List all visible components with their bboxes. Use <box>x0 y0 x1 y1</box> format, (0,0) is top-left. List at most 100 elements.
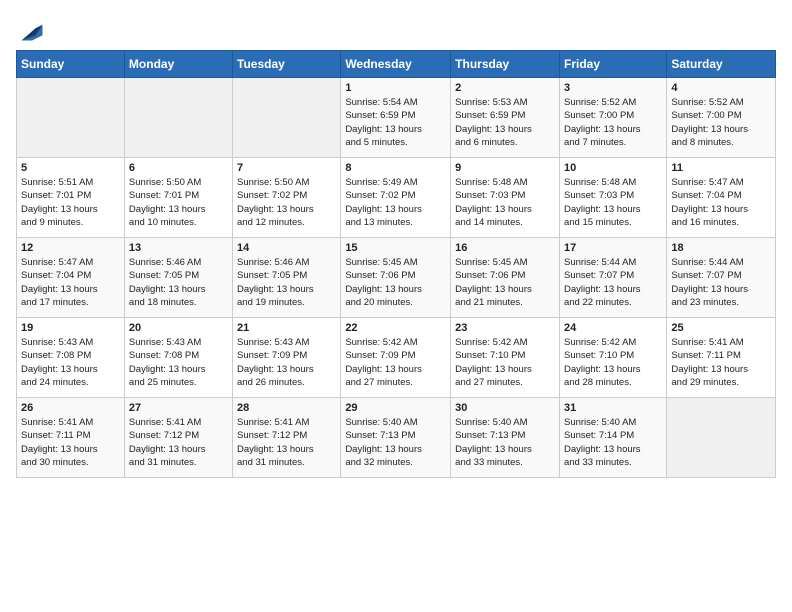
day-info: Sunrise: 5:51 AM Sunset: 7:01 PM Dayligh… <box>21 176 120 229</box>
day-number: 9 <box>455 162 555 174</box>
calendar-cell: 11 Sunrise: 5:47 AM Sunset: 7:04 PM Dayli… <box>667 158 776 238</box>
day-number: 11 <box>671 162 771 174</box>
weekday-friday: Friday <box>559 51 666 78</box>
day-number: 13 <box>129 242 228 254</box>
calendar-cell: 22 Sunrise: 5:42 AM Sunset: 7:09 PM Dayli… <box>341 318 451 398</box>
calendar-cell <box>233 78 341 158</box>
calendar-cell: 23Sunrise: 5:42 AM Sunset: 7:10 PM Dayli… <box>451 318 560 398</box>
day-number: 4 <box>671 82 771 94</box>
day-number: 27 <box>129 402 228 414</box>
day-number: 14 <box>237 242 336 254</box>
day-number: 25 <box>671 322 771 334</box>
calendar-cell: 1 Sunrise: 5:54 AM Sunset: 6:59 PM Daylig… <box>341 78 451 158</box>
day-info: Sunrise: 5:48 AM Sunset: 7:03 PM Dayligh… <box>455 176 555 229</box>
calendar-cell: 21 Sunrise: 5:43 AM Sunset: 7:09 PM Dayli… <box>233 318 341 398</box>
weekday-saturday: Saturday <box>667 51 776 78</box>
day-info: Sunrise: 5:46 AM Sunset: 7:05 PM Dayligh… <box>237 256 336 309</box>
day-info: Sunrise: 5:46 AM Sunset: 7:05 PM Dayligh… <box>129 256 228 309</box>
day-info: Sunrise: 5:47 AM Sunset: 7:04 PM Dayligh… <box>671 176 771 229</box>
calendar-table: SundayMondayTuesdayWednesdayThursdayFrid… <box>16 50 776 478</box>
day-info: Sunrise: 5:42 AM Sunset: 7:10 PM Dayligh… <box>564 336 662 389</box>
calendar-cell: 27Sunrise: 5:41 AM Sunset: 7:12 PM Dayli… <box>124 398 232 478</box>
day-info: Sunrise: 5:40 AM Sunset: 7:13 PM Dayligh… <box>345 416 446 469</box>
calendar-cell: 13 Sunrise: 5:46 AM Sunset: 7:05 PM Dayli… <box>124 238 232 318</box>
day-info: Sunrise: 5:40 AM Sunset: 7:13 PM Dayligh… <box>455 416 555 469</box>
day-number: 5 <box>21 162 120 174</box>
calendar-cell: 25 Sunrise: 5:41 AM Sunset: 7:11 PM Dayli… <box>667 318 776 398</box>
day-number: 24 <box>564 322 662 334</box>
day-number: 22 <box>345 322 446 334</box>
day-number: 7 <box>237 162 336 174</box>
week-row-3: 12 Sunrise: 5:47 AM Sunset: 7:04 PM Dayli… <box>17 238 776 318</box>
day-info: Sunrise: 5:42 AM Sunset: 7:09 PM Dayligh… <box>345 336 446 389</box>
day-number: 15 <box>345 242 446 254</box>
day-info: Sunrise: 5:49 AM Sunset: 7:02 PM Dayligh… <box>345 176 446 229</box>
calendar-cell: 17Sunrise: 5:44 AM Sunset: 7:07 PM Dayli… <box>559 238 666 318</box>
day-number: 16 <box>455 242 555 254</box>
week-row-4: 19 Sunrise: 5:43 AM Sunset: 7:08 PM Dayli… <box>17 318 776 398</box>
day-info: Sunrise: 5:41 AM Sunset: 7:11 PM Dayligh… <box>21 416 120 469</box>
calendar-cell: 4 Sunrise: 5:52 AM Sunset: 7:00 PM Daylig… <box>667 78 776 158</box>
calendar-cell: 7Sunrise: 5:50 AM Sunset: 7:02 PM Daylig… <box>233 158 341 238</box>
day-number: 30 <box>455 402 555 414</box>
calendar-cell: 6 Sunrise: 5:50 AM Sunset: 7:01 PM Daylig… <box>124 158 232 238</box>
day-info: Sunrise: 5:52 AM Sunset: 7:00 PM Dayligh… <box>564 96 662 149</box>
day-info: Sunrise: 5:45 AM Sunset: 7:06 PM Dayligh… <box>455 256 555 309</box>
day-info: Sunrise: 5:41 AM Sunset: 7:12 PM Dayligh… <box>237 416 336 469</box>
day-info: Sunrise: 5:41 AM Sunset: 7:11 PM Dayligh… <box>671 336 771 389</box>
weekday-tuesday: Tuesday <box>233 51 341 78</box>
week-row-1: 1 Sunrise: 5:54 AM Sunset: 6:59 PM Daylig… <box>17 78 776 158</box>
calendar-cell: 20Sunrise: 5:43 AM Sunset: 7:08 PM Dayli… <box>124 318 232 398</box>
day-info: Sunrise: 5:52 AM Sunset: 7:00 PM Dayligh… <box>671 96 771 149</box>
day-info: Sunrise: 5:40 AM Sunset: 7:14 PM Dayligh… <box>564 416 662 469</box>
day-info: Sunrise: 5:43 AM Sunset: 7:08 PM Dayligh… <box>129 336 228 389</box>
calendar-cell: 24 Sunrise: 5:42 AM Sunset: 7:10 PM Dayli… <box>559 318 666 398</box>
calendar-cell: 28 Sunrise: 5:41 AM Sunset: 7:12 PM Dayli… <box>233 398 341 478</box>
calendar-cell: 26Sunrise: 5:41 AM Sunset: 7:11 PM Dayli… <box>17 398 125 478</box>
calendar-cell: 10Sunrise: 5:48 AM Sunset: 7:03 PM Dayli… <box>559 158 666 238</box>
day-number: 23 <box>455 322 555 334</box>
calendar-cell: 2 Sunrise: 5:53 AM Sunset: 6:59 PM Daylig… <box>451 78 560 158</box>
weekday-wednesday: Wednesday <box>341 51 451 78</box>
weekday-sunday: Sunday <box>17 51 125 78</box>
calendar-cell: 31 Sunrise: 5:40 AM Sunset: 7:14 PM Dayli… <box>559 398 666 478</box>
calendar-cell: 14 Sunrise: 5:46 AM Sunset: 7:05 PM Dayli… <box>233 238 341 318</box>
logo <box>16 16 46 40</box>
day-info: Sunrise: 5:47 AM Sunset: 7:04 PM Dayligh… <box>21 256 120 309</box>
day-number: 1 <box>345 82 446 94</box>
day-info: Sunrise: 5:53 AM Sunset: 6:59 PM Dayligh… <box>455 96 555 149</box>
calendar-cell: 29 Sunrise: 5:40 AM Sunset: 7:13 PM Dayli… <box>341 398 451 478</box>
calendar-cell: 9 Sunrise: 5:48 AM Sunset: 7:03 PM Daylig… <box>451 158 560 238</box>
day-number: 28 <box>237 402 336 414</box>
calendar-cell: 18 Sunrise: 5:44 AM Sunset: 7:07 PM Dayli… <box>667 238 776 318</box>
page: SundayMondayTuesdayWednesdayThursdayFrid… <box>0 0 792 494</box>
day-info: Sunrise: 5:43 AM Sunset: 7:09 PM Dayligh… <box>237 336 336 389</box>
day-number: 19 <box>21 322 120 334</box>
day-number: 12 <box>21 242 120 254</box>
day-number: 6 <box>129 162 228 174</box>
day-info: Sunrise: 5:48 AM Sunset: 7:03 PM Dayligh… <box>564 176 662 229</box>
logo-icon <box>18 16 46 44</box>
day-number: 29 <box>345 402 446 414</box>
day-number: 2 <box>455 82 555 94</box>
weekday-header-row: SundayMondayTuesdayWednesdayThursdayFrid… <box>17 51 776 78</box>
calendar-cell: 3 Sunrise: 5:52 AM Sunset: 7:00 PM Daylig… <box>559 78 666 158</box>
day-number: 31 <box>564 402 662 414</box>
header <box>16 16 776 40</box>
day-info: Sunrise: 5:54 AM Sunset: 6:59 PM Dayligh… <box>345 96 446 149</box>
day-number: 18 <box>671 242 771 254</box>
day-info: Sunrise: 5:44 AM Sunset: 7:07 PM Dayligh… <box>564 256 662 309</box>
day-info: Sunrise: 5:45 AM Sunset: 7:06 PM Dayligh… <box>345 256 446 309</box>
calendar-cell <box>124 78 232 158</box>
calendar-cell: 12 Sunrise: 5:47 AM Sunset: 7:04 PM Dayli… <box>17 238 125 318</box>
calendar-cell: 8 Sunrise: 5:49 AM Sunset: 7:02 PM Daylig… <box>341 158 451 238</box>
day-info: Sunrise: 5:50 AM Sunset: 7:01 PM Dayligh… <box>129 176 228 229</box>
week-row-5: 26Sunrise: 5:41 AM Sunset: 7:11 PM Dayli… <box>17 398 776 478</box>
calendar-cell <box>17 78 125 158</box>
calendar-cell: 19Sunrise: 5:43 AM Sunset: 7:08 PM Dayli… <box>17 318 125 398</box>
week-row-2: 5 Sunrise: 5:51 AM Sunset: 7:01 PM Daylig… <box>17 158 776 238</box>
day-info: Sunrise: 5:44 AM Sunset: 7:07 PM Dayligh… <box>671 256 771 309</box>
day-number: 8 <box>345 162 446 174</box>
day-number: 21 <box>237 322 336 334</box>
day-number: 3 <box>564 82 662 94</box>
